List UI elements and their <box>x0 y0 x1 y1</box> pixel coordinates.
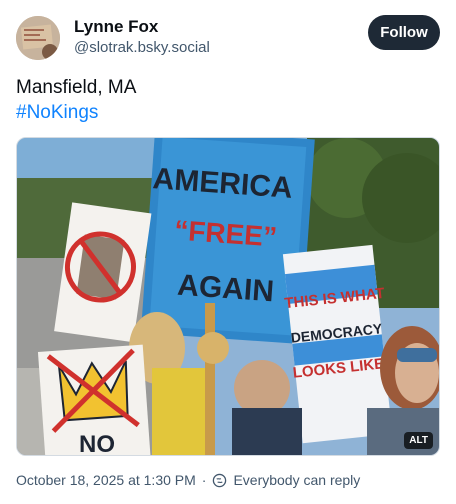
alt-badge[interactable]: ALT <box>404 432 433 449</box>
avatar[interactable] <box>16 16 60 60</box>
author-handle[interactable]: @slotrak.bsky.social <box>74 38 210 58</box>
sign-left-bottom-text: NO <box>79 431 115 456</box>
meta-separator: · <box>201 472 207 488</box>
globe-icon <box>212 473 227 488</box>
author-names: Lynne Fox @slotrak.bsky.social <box>74 16 210 58</box>
follow-button[interactable]: Follow <box>368 15 440 50</box>
post-image[interactable]: AMERICA “FREE” AGAIN THIS IS WHAT DEMOCR… <box>16 137 440 456</box>
post-meta: October 18, 2025 at 1:30 PM · Everybody … <box>16 470 360 490</box>
author-display-name[interactable]: Lynne Fox <box>74 16 210 38</box>
post-text: Mansfield, MA <box>16 77 137 98</box>
post-body: Mansfield, MA #NoKings <box>16 75 136 125</box>
post-timestamp[interactable]: October 18, 2025 at 1:30 PM <box>16 470 196 490</box>
post-header: Lynne Fox @slotrak.bsky.social Follow <box>16 14 440 60</box>
sign-main-line3: AGAIN <box>176 269 275 309</box>
hashtag-link[interactable]: #NoKings <box>16 100 136 125</box>
protest-photo: AMERICA “FREE” AGAIN THIS IS WHAT DEMOCR… <box>17 138 439 456</box>
reply-setting[interactable]: Everybody can reply <box>233 470 360 490</box>
